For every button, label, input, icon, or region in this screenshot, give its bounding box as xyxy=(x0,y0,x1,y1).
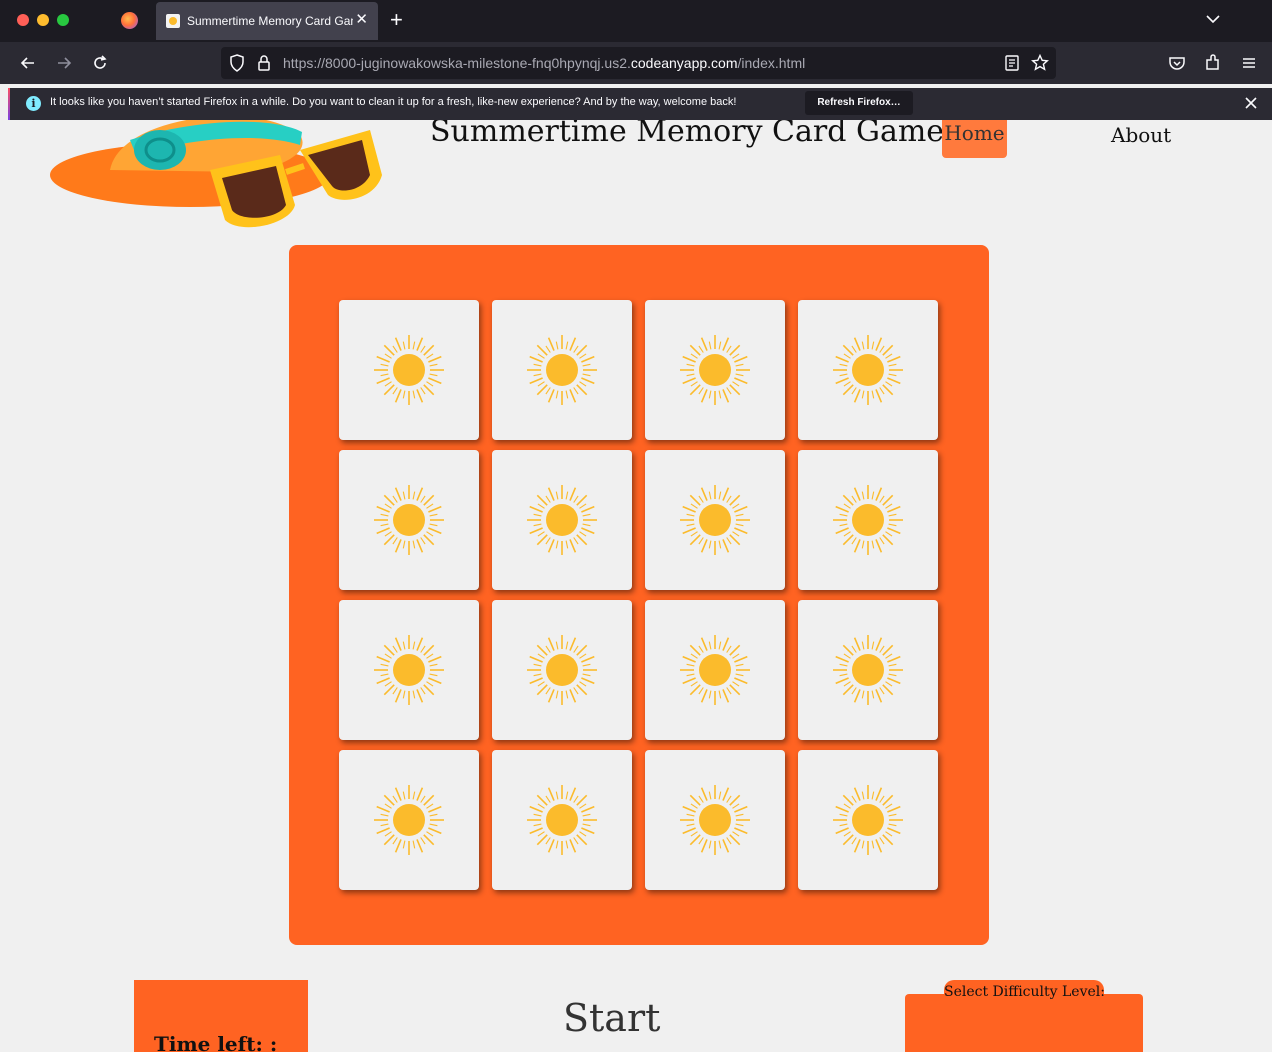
sun-icon xyxy=(527,335,597,405)
memory-card[interactable] xyxy=(798,450,938,590)
memory-card[interactable] xyxy=(339,600,479,740)
tab-close-icon[interactable]: ✕ xyxy=(355,12,368,28)
difficulty-label: Select Difficulty Level: xyxy=(944,980,1105,1004)
memory-card[interactable] xyxy=(645,750,785,890)
new-tab-button[interactable]: + xyxy=(390,8,403,32)
reload-icon[interactable] xyxy=(91,54,109,72)
memory-card[interactable] xyxy=(339,750,479,890)
memory-card[interactable] xyxy=(798,600,938,740)
sun-icon xyxy=(374,485,444,555)
minimize-window-button[interactable] xyxy=(37,14,49,26)
memory-card[interactable] xyxy=(492,750,632,890)
maximize-window-button[interactable] xyxy=(57,14,69,26)
sun-icon xyxy=(527,635,597,705)
notification-text: It looks like you haven’t started Firefo… xyxy=(50,96,737,108)
firefox-view-icon[interactable] xyxy=(121,12,138,29)
info-icon: i xyxy=(26,96,41,111)
sun-icon xyxy=(374,335,444,405)
pocket-icon[interactable] xyxy=(1168,54,1186,72)
address-bar[interactable]: https://8000-juginowakowska-milestone-fn… xyxy=(221,47,1056,79)
game-board xyxy=(289,245,989,945)
sun-icon xyxy=(527,785,597,855)
browser-tab[interactable]: Summertime Memory Card Game ✕ xyxy=(156,2,378,40)
page-title: Summertime Memory Card Game xyxy=(430,120,945,149)
sun-favicon-icon xyxy=(166,14,180,28)
sun-icon xyxy=(833,335,903,405)
reader-view-icon[interactable] xyxy=(1004,54,1020,72)
nav-home-link[interactable]: Home xyxy=(942,120,1007,158)
chevron-down-icon[interactable] xyxy=(1204,10,1222,28)
shield-icon[interactable] xyxy=(229,54,245,72)
close-icon[interactable] xyxy=(1244,96,1258,110)
memory-card[interactable] xyxy=(492,300,632,440)
sun-icon xyxy=(527,485,597,555)
sun-icon xyxy=(833,485,903,555)
extensions-icon[interactable] xyxy=(1204,54,1222,72)
close-window-button[interactable] xyxy=(17,14,29,26)
memory-card[interactable] xyxy=(492,450,632,590)
sun-icon xyxy=(680,635,750,705)
memory-card[interactable] xyxy=(645,300,785,440)
memory-card[interactable] xyxy=(339,450,479,590)
memory-card[interactable] xyxy=(798,300,938,440)
memory-card[interactable] xyxy=(645,450,785,590)
sun-icon xyxy=(833,785,903,855)
refresh-firefox-button[interactable]: Refresh Firefox… xyxy=(805,91,913,115)
browser-toolbar: https://8000-juginowakowska-milestone-fn… xyxy=(0,42,1272,84)
sun-icon xyxy=(374,785,444,855)
sun-icon xyxy=(680,785,750,855)
card-grid xyxy=(339,300,939,890)
memory-card[interactable] xyxy=(339,300,479,440)
page-content: Summertime Memory Card Game Home About T… xyxy=(0,120,1272,1052)
url-text[interactable]: https://8000-juginowakowska-milestone-fn… xyxy=(283,55,805,71)
memory-card[interactable] xyxy=(645,600,785,740)
start-button[interactable]: Start xyxy=(563,994,660,1042)
url-prefix: https://8000-juginowakowska-milestone-fn… xyxy=(283,55,631,71)
url-suffix: /index.html xyxy=(737,55,806,71)
summer-hat-sunglasses-logo xyxy=(50,120,382,228)
sun-icon xyxy=(680,335,750,405)
forward-arrow-icon[interactable] xyxy=(55,54,73,72)
sun-icon xyxy=(680,485,750,555)
memory-card[interactable] xyxy=(492,600,632,740)
firefox-notification-bar: i It looks like you haven’t started Fire… xyxy=(8,88,1272,120)
timer-box: Time left: : xyxy=(134,980,308,1052)
nav-about-link[interactable]: About xyxy=(1111,120,1171,150)
url-host: codeanyapp.com xyxy=(630,55,738,71)
browser-tab-strip: Summertime Memory Card Game ✕ + xyxy=(0,0,1272,42)
back-arrow-icon[interactable] xyxy=(19,54,37,72)
sun-icon xyxy=(833,635,903,705)
time-left-label: Time left: : xyxy=(154,1032,278,1052)
tab-title: Summertime Memory Card Game xyxy=(187,14,353,28)
hamburger-menu-icon[interactable] xyxy=(1240,54,1258,72)
lock-icon[interactable] xyxy=(257,54,271,72)
bookmark-star-icon[interactable] xyxy=(1031,54,1049,72)
sun-icon xyxy=(374,635,444,705)
memory-card[interactable] xyxy=(798,750,938,890)
